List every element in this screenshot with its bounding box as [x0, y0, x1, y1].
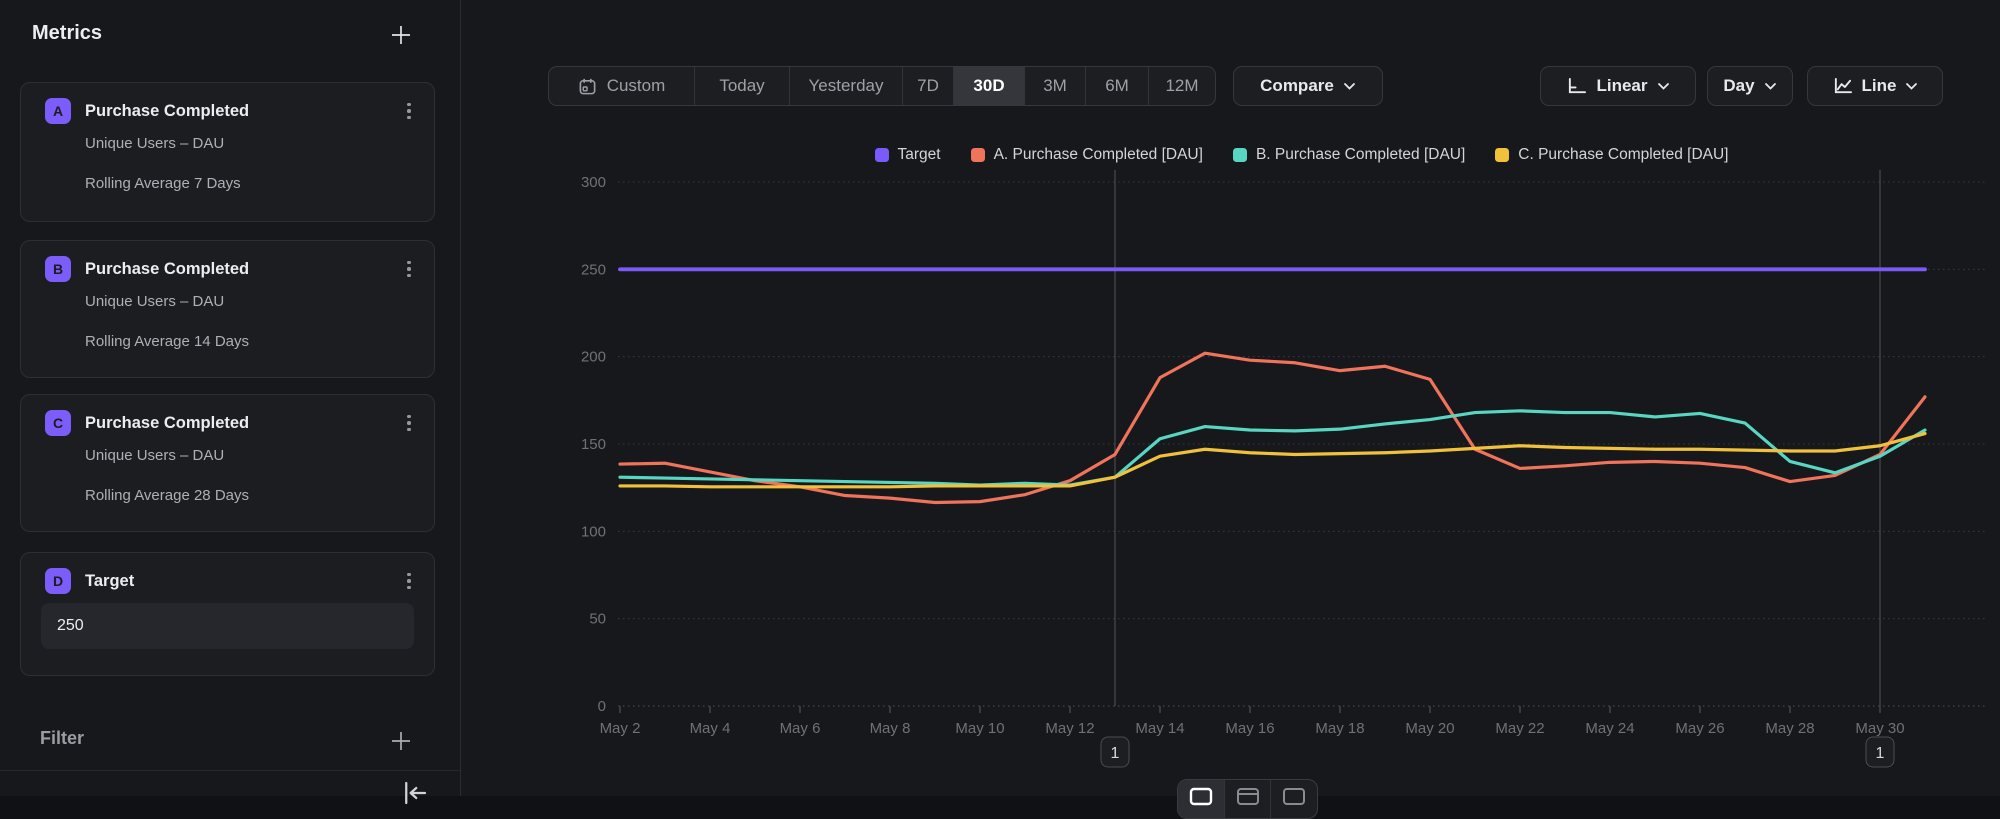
view-toggle-split[interactable]	[1225, 780, 1272, 818]
y-axis-label: 0	[598, 698, 606, 715]
x-axis-label: May 12	[1045, 720, 1094, 737]
view-toggle-chart[interactable]	[1178, 780, 1225, 818]
x-axis-label: May 16	[1225, 720, 1274, 737]
y-axis-label: 200	[581, 349, 606, 366]
x-axis-label: May 26	[1675, 720, 1724, 737]
chart-view-icon	[1189, 787, 1213, 806]
chart-canvas: 0 50 100 150 200 250 300 May 2 May 4 May 6 May 8 Ma…	[0, 0, 2000, 796]
x-axis-label: May 10	[955, 720, 1004, 737]
x-axis-label: May 4	[690, 720, 731, 737]
y-axis-label: 150	[581, 436, 606, 453]
x-axis-label: May 18	[1315, 720, 1364, 737]
x-axis-label: May 2	[600, 720, 641, 737]
annotation-badge[interactable]: 1	[1101, 737, 1129, 767]
y-axis-label: 50	[589, 611, 606, 628]
series-line	[620, 411, 1925, 485]
annotation-badge[interactable]: 1	[1866, 737, 1894, 767]
x-axis-label: May 20	[1405, 720, 1454, 737]
split-view-icon	[1236, 787, 1260, 806]
y-axis-label: 100	[581, 523, 606, 540]
x-axis-label: May 30	[1855, 720, 1904, 737]
x-axis-label: May 6	[780, 720, 821, 737]
svg-text:1: 1	[1876, 745, 1885, 762]
view-switcher	[1177, 779, 1318, 819]
x-axis-label: May 24	[1585, 720, 1634, 737]
x-axis-label: May 28	[1765, 720, 1814, 737]
y-axis-label: 300	[581, 174, 606, 191]
x-axis-label: May 8	[870, 720, 911, 737]
table-view-icon	[1282, 787, 1306, 806]
x-axis-label: May 22	[1495, 720, 1544, 737]
y-axis-label: 250	[581, 261, 606, 278]
svg-text:1: 1	[1111, 745, 1120, 762]
x-axis-label: May 14	[1135, 720, 1184, 737]
series-line	[620, 434, 1925, 487]
view-toggle-table[interactable]	[1271, 780, 1317, 818]
